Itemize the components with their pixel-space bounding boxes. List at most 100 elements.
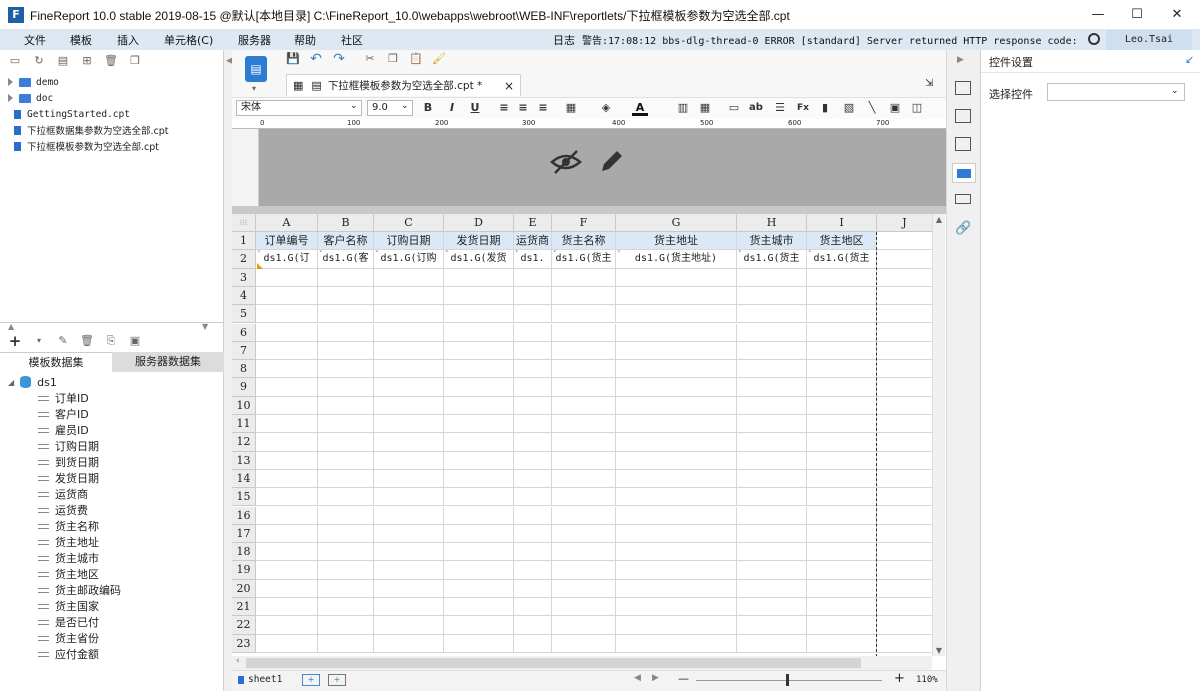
grid-cell[interactable] <box>514 561 552 580</box>
menu-insert[interactable]: 插入 <box>117 32 139 48</box>
grid-cell[interactable] <box>256 323 318 342</box>
border-icon[interactable]: ▦ <box>563 100 579 116</box>
grid-cell[interactable]: ds1.G(货主 <box>807 250 877 269</box>
add-report-sheet-icon[interactable]: + <box>302 674 320 686</box>
grid-cell[interactable] <box>877 452 932 470</box>
scroll-right-icon[interactable]: ▶ <box>652 673 659 683</box>
grid-cell[interactable] <box>318 488 374 507</box>
grid-cell[interactable] <box>444 598 514 617</box>
grid-cell[interactable] <box>514 286 552 306</box>
grid-cell[interactable] <box>444 360 514 379</box>
menu-template[interactable]: 模板 <box>70 32 92 48</box>
row-header[interactable]: 14 <box>232 469 256 489</box>
grid-cell[interactable] <box>877 324 932 342</box>
grid-cell[interactable] <box>514 451 552 470</box>
sheet-tab[interactable]: sheet1 <box>238 674 282 685</box>
refresh-icon[interactable]: ↻ <box>32 54 46 68</box>
insert-slash-icon[interactable]: ╲ <box>864 100 880 116</box>
grid-cell[interactable]: 货主地址 <box>616 232 737 251</box>
dataset-field[interactable]: 是否已付 <box>38 614 99 630</box>
grid-cell[interactable] <box>514 524 552 544</box>
grid-cell[interactable] <box>737 268 807 287</box>
search-icon[interactable] <box>1088 33 1100 45</box>
grid-cell[interactable] <box>552 543 616 562</box>
grid-cell[interactable] <box>552 488 616 507</box>
grid-cell[interactable] <box>877 598 932 617</box>
grid-cell[interactable] <box>374 634 444 653</box>
column-header[interactable]: B <box>318 214 374 232</box>
template-type-arrow-icon[interactable]: ▾ <box>252 84 256 93</box>
grid-cell[interactable] <box>444 433 514 452</box>
row-header[interactable]: 20 <box>232 579 256 598</box>
grid-cell[interactable] <box>256 616 318 635</box>
grid-cell[interactable] <box>616 378 737 397</box>
grid-cell[interactable] <box>514 360 552 379</box>
grid-cell[interactable] <box>374 506 444 525</box>
grid-cell[interactable] <box>514 543 552 562</box>
grid-cell[interactable] <box>444 506 514 525</box>
grid-cell[interactable] <box>616 469 737 489</box>
grid-cell[interactable]: ds1.G(订购 <box>374 250 444 269</box>
grid-cell[interactable] <box>318 524 374 544</box>
grid-cell[interactable] <box>807 579 877 598</box>
grid-cell[interactable] <box>616 543 737 562</box>
grid-cell[interactable] <box>616 488 737 507</box>
widget-settings-tab[interactable] <box>952 163 976 183</box>
grid-cell[interactable] <box>256 415 318 434</box>
grid-cell[interactable] <box>318 286 374 306</box>
grid-cell[interactable] <box>552 268 616 287</box>
grid-cell[interactable] <box>877 470 932 489</box>
dataset-field[interactable]: 应付金额 <box>38 646 99 662</box>
grid-cell[interactable] <box>737 323 807 342</box>
insert-formula-icon[interactable]: Fx <box>795 100 811 116</box>
grid-cell[interactable] <box>514 506 552 525</box>
grid-cell[interactable]: 运货商 <box>514 232 552 251</box>
tree-file[interactable]: 下拉框模板参数为空选全部.cpt <box>8 138 159 154</box>
new-folder-icon[interactable]: ▭ <box>8 54 22 68</box>
collapse-down-icon[interactable]: ▼ <box>202 322 208 331</box>
grid-cell[interactable]: ds1.G(订 <box>256 250 318 269</box>
grid-cell[interactable]: 货主名称 <box>552 232 616 251</box>
row-header[interactable]: 12 <box>232 433 256 452</box>
grid-cell[interactable] <box>318 598 374 617</box>
row-header[interactable]: 1 <box>232 232 256 251</box>
insert-hyperlink-icon[interactable]: ▭ <box>726 100 742 116</box>
grid-cell[interactable] <box>318 341 374 361</box>
align-right-icon[interactable]: ≡ <box>535 100 551 116</box>
grid-cell[interactable] <box>877 287 932 306</box>
grid-cell[interactable] <box>514 616 552 635</box>
grid-cell[interactable] <box>374 524 444 544</box>
log-link[interactable]: 日志 <box>553 32 575 48</box>
insert-subreport-icon[interactable]: ▣ <box>887 100 903 116</box>
grid-cell[interactable] <box>374 451 444 470</box>
grid-cell[interactable] <box>877 507 932 525</box>
grid-cell[interactable] <box>552 323 616 342</box>
dropdown-arrow-icon[interactable]: ▾ <box>32 334 46 348</box>
condition-attribute-icon[interactable] <box>955 194 971 204</box>
menu-cell[interactable]: 单元格(C) <box>164 32 213 48</box>
grid-cell[interactable] <box>374 341 444 361</box>
row-header[interactable]: 2 <box>232 250 256 269</box>
tree-folder-doc[interactable]: doc <box>8 90 53 106</box>
insert-image-icon[interactable]: ▧ <box>841 100 857 116</box>
grid-cell[interactable] <box>374 396 444 415</box>
grid-cell[interactable] <box>807 323 877 342</box>
expand-icon[interactable] <box>8 94 13 102</box>
grid-cell[interactable] <box>737 396 807 415</box>
insert-chart-icon[interactable]: ▮ <box>817 100 833 116</box>
grid-cell[interactable] <box>737 616 807 635</box>
select-all-corner[interactable]: ⁝⁝⁝ <box>232 214 256 232</box>
column-header[interactable]: G <box>616 214 737 232</box>
grid-cell[interactable] <box>256 451 318 470</box>
row-header[interactable]: 22 <box>232 616 256 635</box>
dataset-field[interactable]: 雇员ID <box>38 422 89 438</box>
grid-cell[interactable] <box>737 305 807 324</box>
grid-cell[interactable] <box>444 378 514 397</box>
grid-cell[interactable]: 发货日期 <box>444 232 514 251</box>
chevron-down-icon[interactable]: ⌄ <box>1171 86 1179 96</box>
add-dataset-icon[interactable]: + <box>8 334 22 349</box>
row-header[interactable]: 11 <box>232 415 256 434</box>
grid-cell[interactable] <box>444 286 514 306</box>
row-header[interactable]: 7 <box>232 341 256 361</box>
grid-cell[interactable] <box>807 598 877 617</box>
